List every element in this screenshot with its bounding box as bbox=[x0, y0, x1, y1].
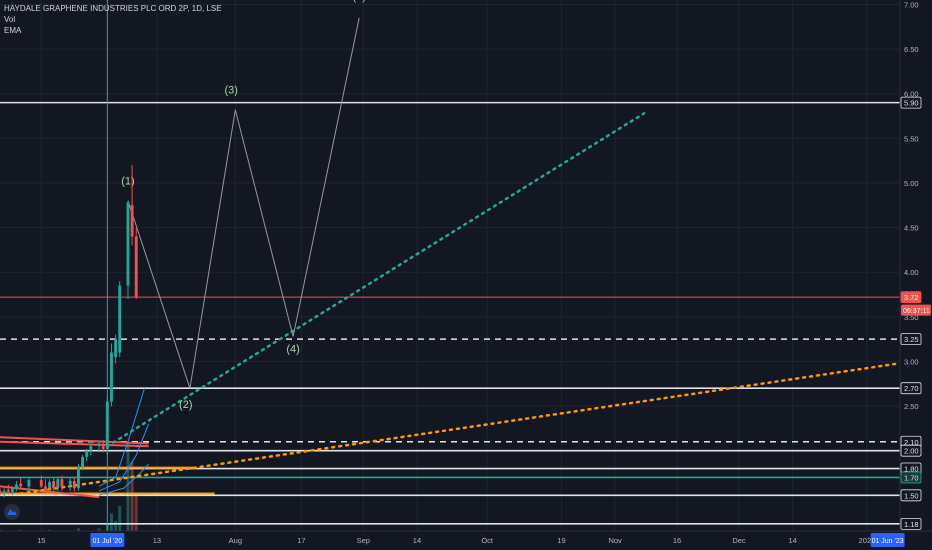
candle-body bbox=[114, 339, 118, 357]
candle-body bbox=[27, 480, 31, 487]
candle-body bbox=[68, 481, 72, 485]
price-level-badge: 5.90 bbox=[900, 96, 922, 109]
candle-body bbox=[48, 481, 51, 489]
price-tick-label: 5.50 bbox=[904, 134, 919, 143]
price-level-badge-text: 5.90 bbox=[904, 99, 919, 108]
price-level-badge: 3.72 bbox=[900, 291, 922, 304]
symbol-title[interactable]: HAYDALE GRAPHENE INDUSTRIES PLC ORD 2P, … bbox=[4, 3, 222, 14]
crosshair-date-badge-text: 01 Jul '20 bbox=[92, 538, 122, 545]
time-tick-label: Dec bbox=[732, 536, 746, 545]
price-level-badge: 2.70 bbox=[900, 382, 922, 395]
time-tick-label: 15 bbox=[37, 536, 45, 545]
candle-body bbox=[56, 479, 60, 489]
price-tick-label: 5.00 bbox=[904, 179, 919, 188]
time-axis: 15 13 Aug 17 Sep 14 Oct 19 Nov 16 Dec 14 202101 Jul … bbox=[0, 530, 932, 550]
price-level-badge-text: 3.25 bbox=[904, 335, 919, 344]
candle-body bbox=[72, 481, 76, 489]
volume-bar bbox=[110, 513, 113, 531]
candle-body bbox=[76, 466, 80, 489]
time-tick-label: 14 bbox=[788, 536, 796, 545]
price-level-badge-text: 2.00 bbox=[904, 447, 919, 456]
candle-body bbox=[0, 490, 2, 494]
price-tick-label: 3.00 bbox=[904, 357, 919, 366]
end-date-badge: 01 Jun '23 bbox=[870, 533, 905, 547]
time-tick-label: 13 bbox=[153, 536, 161, 545]
candle-body bbox=[97, 443, 101, 447]
price-level-badge-text: 3.72 bbox=[904, 293, 919, 302]
price-tick-label: 4.00 bbox=[904, 268, 919, 277]
candle bbox=[134, 227, 138, 299]
time-tick-label: 17 bbox=[297, 536, 305, 545]
chart-root: (1)(2)(3)(4)(5)2.503.003.504.004.505.005… bbox=[0, 0, 932, 550]
candle-body bbox=[39, 480, 43, 487]
price-level-badge-text: 2.70 bbox=[904, 384, 919, 393]
candle-body bbox=[19, 483, 23, 487]
wave-label: (4) bbox=[286, 344, 299, 356]
candle-body bbox=[89, 446, 93, 451]
price-chart[interactable]: (1)(2)(3)(4)(5)2.503.003.504.004.505.005… bbox=[0, 0, 932, 550]
candle-body bbox=[110, 352, 113, 402]
price-axis: 2.503.003.504.004.505.005.506.006.507.00… bbox=[899, 0, 932, 550]
volume-bar bbox=[130, 461, 134, 531]
candle-body bbox=[52, 481, 56, 489]
candle bbox=[118, 281, 122, 357]
crosshair-date-badge: 01 Jul '20 bbox=[90, 533, 125, 547]
chart-legend: HAYDALE GRAPHENE INDUSTRIES PLC ORD 2P, … bbox=[4, 3, 222, 36]
candle-body bbox=[126, 202, 130, 286]
candle-body bbox=[118, 285, 122, 353]
price-tick-label: 2.50 bbox=[904, 402, 919, 411]
candle-body bbox=[2, 490, 6, 494]
candle bbox=[110, 343, 113, 407]
time-tick-label: Nov bbox=[608, 536, 622, 545]
tradingview-logo-icon[interactable] bbox=[4, 504, 20, 520]
volume-bar bbox=[118, 505, 122, 531]
candle-body bbox=[105, 401, 109, 449]
price-level-badge-text: 1.50 bbox=[904, 491, 919, 500]
end-date-badge-text: 01 Jun '23 bbox=[872, 538, 904, 545]
price-tick-label: 4.50 bbox=[904, 224, 919, 233]
candle-body bbox=[85, 450, 89, 457]
candle-body bbox=[101, 446, 105, 449]
price-level-badge: 3.25 bbox=[900, 333, 922, 346]
candle bbox=[126, 200, 130, 299]
logo-glyph-icon bbox=[7, 509, 17, 515]
wave-label: (5) bbox=[352, 0, 365, 3]
time-tick-label: 16 bbox=[673, 536, 681, 545]
candle-body bbox=[130, 205, 134, 237]
price-level-badge: 1.18 bbox=[900, 517, 922, 530]
time-tick-label: Aug bbox=[229, 536, 242, 545]
volume-bar bbox=[134, 493, 138, 531]
volume-bar bbox=[114, 520, 118, 531]
candle-body bbox=[81, 456, 85, 467]
price-level-badge: 1.50 bbox=[900, 489, 922, 502]
wave-label: (3) bbox=[224, 85, 237, 97]
wave-label: (1) bbox=[121, 176, 134, 188]
price-tick-label: 7.00 bbox=[904, 0, 919, 9]
indicator-vol[interactable]: Vol bbox=[4, 14, 222, 25]
candle-body bbox=[10, 488, 14, 492]
time-tick-label: 14 bbox=[413, 536, 421, 545]
volume-bar bbox=[126, 443, 130, 531]
candle-body bbox=[43, 486, 47, 491]
time-tick-label: 19 bbox=[557, 536, 565, 545]
price-level-badge-text: 1.70 bbox=[904, 473, 919, 482]
indicator-ema[interactable]: EMA bbox=[4, 25, 222, 36]
candle bbox=[105, 397, 109, 456]
price-tick-label: 6.50 bbox=[904, 45, 919, 54]
candle bbox=[76, 464, 80, 491]
time-tick-label: Oct bbox=[481, 536, 494, 545]
price-level-badge: 2.00 bbox=[900, 444, 922, 457]
time-tick-label: Sep bbox=[357, 536, 370, 545]
candle-body bbox=[15, 484, 18, 489]
price-level-badge: 1.70 bbox=[900, 471, 922, 484]
candle-body bbox=[134, 236, 138, 298]
candle-body bbox=[60, 479, 64, 487]
countdown-badge-text: 06:37:11 bbox=[903, 308, 930, 315]
wave-label: (2) bbox=[179, 399, 192, 411]
candle-body bbox=[6, 489, 10, 492]
price-level-badge-text: 1.18 bbox=[904, 520, 919, 529]
